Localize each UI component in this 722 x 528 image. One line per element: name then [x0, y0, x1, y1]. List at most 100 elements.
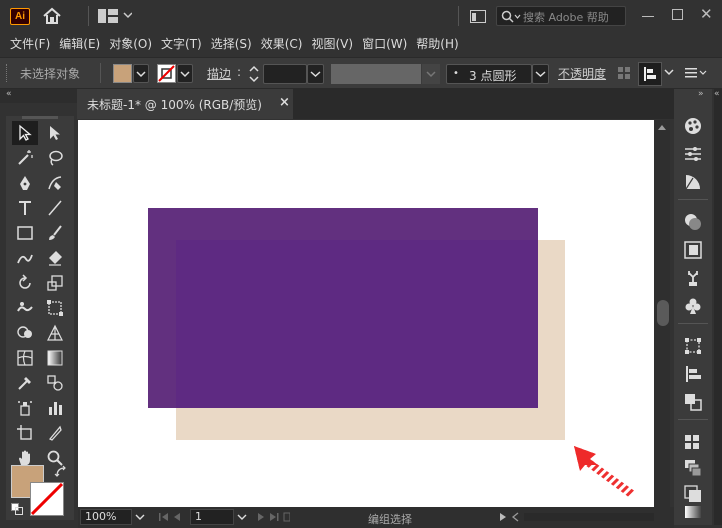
- fill-dropdown[interactable]: [133, 64, 149, 83]
- scale-tool-icon[interactable]: [42, 271, 68, 295]
- panel-menu-icon[interactable]: [685, 66, 709, 80]
- eyedropper-tool-icon[interactable]: [12, 371, 38, 395]
- artboard-tool-icon[interactable]: [12, 421, 38, 445]
- stroke-weight-input[interactable]: [263, 64, 307, 84]
- menu-effect[interactable]: 效果(C): [257, 32, 307, 54]
- menu-view[interactable]: 视图(V): [307, 32, 357, 54]
- align-panel-icon[interactable]: [682, 363, 704, 385]
- stroke-none-swatch[interactable]: [157, 64, 176, 83]
- align-options-button[interactable]: [638, 62, 662, 86]
- swap-fill-stroke-icon[interactable]: [54, 465, 68, 479]
- pathfinder-panel-icon[interactable]: [682, 391, 704, 413]
- transparency-panel-icon[interactable]: [682, 211, 704, 233]
- right-panel-dock: »: [674, 89, 712, 525]
- rectangle-tool-icon[interactable]: [12, 221, 38, 245]
- document-tab-bar: 未标题-1* @ 100% (RGB/预览) ×: [77, 89, 674, 119]
- arrange-documents-icon[interactable]: [470, 10, 486, 23]
- magic-wand-tool-icon[interactable]: [12, 146, 38, 170]
- artboard-number-input[interactable]: 1: [190, 509, 234, 525]
- last-artboard-icon[interactable]: [256, 511, 290, 523]
- title-bar: Ai 搜索 Adobe 帮助 ✕: [0, 0, 722, 32]
- minimize-icon[interactable]: [642, 16, 654, 17]
- variable-width-dropdown[interactable]: [422, 64, 440, 84]
- search-input[interactable]: 搜索 Adobe 帮助: [496, 6, 626, 26]
- selection-status: 未选择对象: [20, 67, 81, 81]
- artboard-dropdown-icon[interactable]: [236, 510, 248, 524]
- home-icon[interactable]: [42, 7, 62, 25]
- menu-type[interactable]: 文字(T): [157, 32, 206, 54]
- gradient-panel-icon[interactable]: [682, 501, 704, 523]
- right-dock-scrollbar[interactable]: «: [714, 89, 722, 525]
- column-graph-tool-icon[interactable]: [42, 396, 68, 420]
- perspective-grid-tool-icon[interactable]: [42, 321, 68, 345]
- zoom-dropdown-icon[interactable]: [134, 510, 146, 524]
- close-window-icon[interactable]: ✕: [700, 5, 713, 23]
- blend-tool-icon[interactable]: [42, 371, 68, 395]
- brush-definition-dropdown[interactable]: [532, 64, 549, 84]
- toolbar-collapse-strip[interactable]: «: [0, 89, 77, 103]
- first-artboard-icon[interactable]: [158, 511, 182, 523]
- swatches-panel-icon[interactable]: [682, 431, 704, 453]
- menu-select[interactable]: 选择(S): [207, 32, 256, 54]
- scroll-up-icon[interactable]: [658, 124, 666, 130]
- vertical-scroll-thumb[interactable]: [657, 300, 669, 326]
- club-symbol-icon[interactable]: [682, 295, 704, 317]
- stroke-swatch-large[interactable]: [30, 482, 64, 516]
- line-segment-tool-icon[interactable]: [42, 196, 68, 220]
- menu-file[interactable]: 文件(F): [6, 32, 54, 54]
- workspace-layout-icon[interactable]: [98, 9, 132, 23]
- symbol-sprayer-tool-icon[interactable]: [12, 396, 38, 420]
- layers-panel-icon[interactable]: [682, 457, 704, 479]
- type-tool-icon[interactable]: [12, 196, 38, 220]
- stroke-weight-stepper[interactable]: [247, 64, 261, 84]
- symbols-panel-icon[interactable]: [682, 267, 704, 289]
- horizontal-scrollbar[interactable]: [524, 513, 654, 521]
- expand-panels-icon[interactable]: »: [698, 89, 704, 99]
- transform-panel-icon[interactable]: [682, 335, 704, 357]
- stroke-label[interactable]: 描边: [207, 65, 231, 82]
- stroke-dropdown[interactable]: [177, 64, 193, 83]
- fill-color-swatch[interactable]: [113, 64, 132, 83]
- zoom-level-input[interactable]: 100%: [80, 509, 132, 525]
- artboard-canvas[interactable]: [78, 120, 654, 507]
- appearance-panel-icon[interactable]: [682, 239, 704, 261]
- gradient-tool-icon[interactable]: [42, 346, 68, 370]
- color-guide-panel-icon[interactable]: [682, 171, 704, 193]
- shape-builder-tool-icon[interactable]: [12, 321, 38, 345]
- status-menu-icon[interactable]: [498, 511, 522, 523]
- warp-tool-icon[interactable]: [12, 296, 38, 320]
- collapse-right-icon[interactable]: «: [714, 89, 720, 99]
- eraser-tool-icon[interactable]: [42, 246, 68, 270]
- rotate-tool-icon[interactable]: [12, 271, 38, 295]
- selection-tool-icon[interactable]: [12, 121, 38, 145]
- properties-panel-icon[interactable]: [682, 143, 704, 165]
- chevron-down-icon[interactable]: [664, 68, 674, 76]
- variable-width-profile[interactable]: [331, 64, 421, 84]
- opacity-label[interactable]: 不透明度: [558, 65, 606, 82]
- mesh-tool-icon[interactable]: [12, 346, 38, 370]
- collapse-double-chevron-icon[interactable]: «: [6, 89, 12, 99]
- brush-definition-field[interactable]: • 3 点圆形: [446, 64, 532, 84]
- menu-edit[interactable]: 编辑(E): [55, 32, 104, 54]
- free-transform-tool-icon[interactable]: [42, 296, 68, 320]
- stroke-weight-dropdown[interactable]: [307, 64, 324, 84]
- maximize-icon[interactable]: [672, 9, 683, 20]
- toolbar-grip[interactable]: [22, 116, 58, 119]
- direct-selection-tool-icon[interactable]: [42, 121, 68, 145]
- menu-window[interactable]: 窗口(W): [358, 32, 411, 54]
- align-grid-icon[interactable]: [618, 67, 630, 79]
- grip-handle[interactable]: [6, 64, 8, 82]
- menu-object[interactable]: 对象(O): [105, 32, 156, 54]
- lasso-tool-icon[interactable]: [42, 146, 68, 170]
- document-tab[interactable]: 未标题-1* @ 100% (RGB/预览) ×: [77, 89, 293, 119]
- close-tab-icon[interactable]: ×: [279, 95, 290, 110]
- vertical-scrollbar[interactable]: [654, 120, 670, 507]
- color-panel-icon[interactable]: [682, 115, 704, 137]
- pen-tool-icon[interactable]: [12, 171, 38, 195]
- curvature-tool-icon[interactable]: [42, 171, 68, 195]
- menu-help[interactable]: 帮助(H): [412, 32, 462, 54]
- slice-tool-icon[interactable]: [42, 421, 68, 445]
- default-fill-stroke-icon[interactable]: [11, 503, 23, 515]
- shaper-tool-icon[interactable]: [12, 246, 38, 270]
- paintbrush-tool-icon[interactable]: [42, 221, 68, 245]
